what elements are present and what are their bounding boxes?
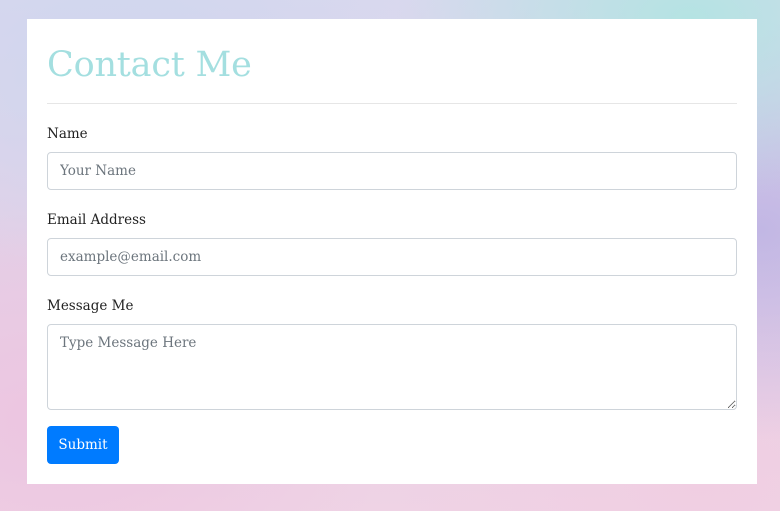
message-label: Message Me — [47, 298, 134, 314]
page-title: Contact Me — [47, 45, 252, 85]
title-divider — [47, 103, 737, 104]
email-input[interactable] — [47, 238, 737, 276]
submit-button[interactable]: Submit — [47, 426, 119, 464]
message-textarea[interactable] — [47, 324, 737, 410]
name-label: Name — [47, 126, 88, 142]
email-label: Email Address — [47, 212, 146, 228]
contact-form-card: Contact Me Name Email Address Message Me… — [27, 19, 757, 484]
name-input[interactable] — [47, 152, 737, 190]
